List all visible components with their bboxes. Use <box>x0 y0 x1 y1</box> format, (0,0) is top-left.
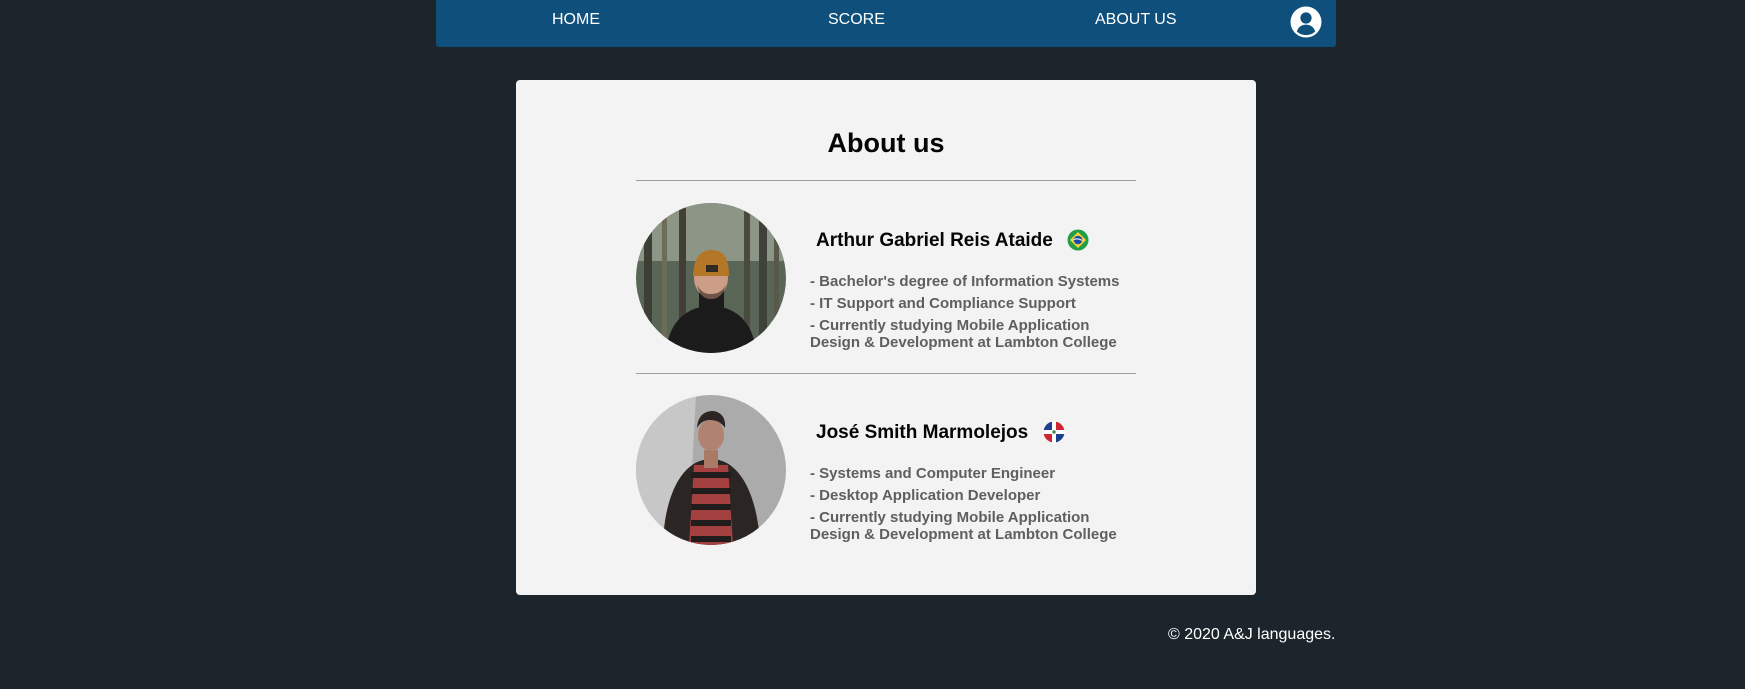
member-name-text: José Smith Marmolejos <box>816 422 1029 443</box>
nav-score-link[interactable]: SCORE <box>828 11 885 29</box>
member-details-list: - Systems and Computer Engineer - Deskto… <box>810 465 1136 548</box>
detail-item: - Desktop Application Developer <box>810 487 1041 504</box>
member-details-list: - Bachelor's degree of Information Syste… <box>810 273 1136 356</box>
member-profile-arthur: Arthur Gabriel Reis Ataide - Bachelor's … <box>636 203 1136 353</box>
avatar-photo <box>636 203 786 353</box>
about-us-card: About us Arthur Gabriel Reis Ataide - Ba… <box>516 80 1256 595</box>
avatar-photo <box>636 395 786 545</box>
nav-home-link[interactable]: HOME <box>552 11 600 29</box>
member-name: Arthur Gabriel Reis Ataide <box>816 229 1089 252</box>
member-profile-jose: José Smith Marmolejos - Systems and Comp… <box>636 395 1136 545</box>
footer-copyright: © 2020 A&J languages. <box>1168 626 1336 643</box>
dominican-republic-flag-icon <box>1042 421 1065 443</box>
brazil-flag-icon <box>1067 229 1089 251</box>
user-circle-icon[interactable] <box>1290 6 1322 38</box>
page-title: About us <box>827 128 945 158</box>
section-divider <box>636 373 1136 374</box>
detail-item: - Systems and Computer Engineer <box>810 465 1056 482</box>
detail-item: - Currently studying Mobile Application … <box>810 509 1117 543</box>
top-navbar: HOME SCORE ABOUT US <box>436 0 1336 47</box>
member-name-text: Arthur Gabriel Reis Ataide <box>816 230 1053 251</box>
detail-item: - IT Support and Compliance Support <box>810 295 1076 312</box>
member-name: José Smith Marmolejos <box>816 421 1065 444</box>
detail-item: - Currently studying Mobile Application … <box>810 317 1117 351</box>
nav-about-link[interactable]: ABOUT US <box>1095 11 1177 29</box>
section-divider <box>636 180 1136 181</box>
detail-item: - Bachelor's degree of Information Syste… <box>810 273 1120 290</box>
